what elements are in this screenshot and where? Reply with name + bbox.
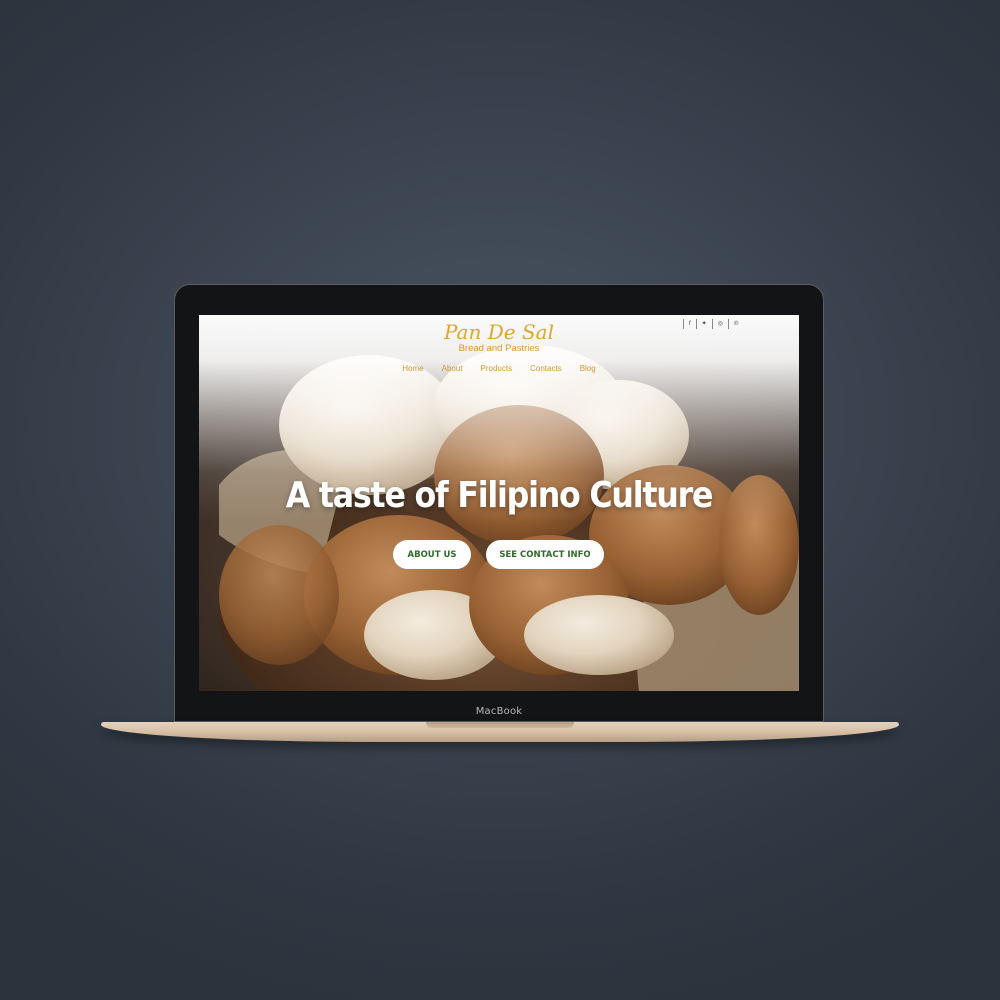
laptop-brand-label: MacBook — [475, 706, 523, 717]
twitter-icon[interactable]: ✦ — [695, 319, 712, 329]
social-links: f ✦ ◎ ℗ — [683, 319, 743, 329]
nav-products[interactable]: Products — [481, 364, 513, 373]
about-us-button[interactable]: ABOUT US — [393, 540, 471, 569]
laptop-notch — [426, 722, 574, 728]
facebook-icon[interactable]: f — [683, 319, 696, 329]
main-nav: Home About Products Contacts Blog — [199, 364, 799, 373]
pinterest-icon[interactable]: ℗ — [727, 319, 743, 329]
laptop-screen: Pan De Sal Bread and Pastries f ✦ ◎ ℗ Ho… — [199, 315, 799, 691]
logo-subtitle: Bread and Pastries — [458, 343, 540, 354]
instagram-icon[interactable]: ◎ — [711, 319, 728, 329]
nav-contacts[interactable]: Contacts — [530, 364, 562, 373]
see-contact-info-button[interactable]: SEE CONTACT INFO — [486, 540, 604, 569]
nav-home[interactable]: Home — [402, 364, 423, 373]
hero-headline: A taste of Filipino Culture — [285, 475, 714, 516]
nav-blog[interactable]: Blog — [580, 364, 596, 373]
nav-about[interactable]: About — [442, 364, 463, 373]
